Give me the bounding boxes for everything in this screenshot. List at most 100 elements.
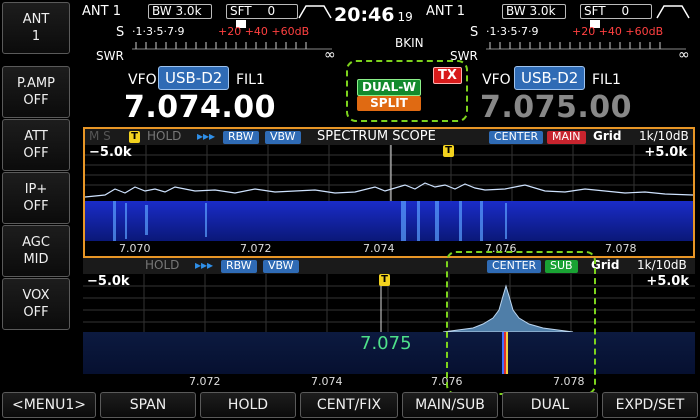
sub-scope-rbw[interactable]: RBW [221, 260, 257, 273]
dual-button[interactable]: DUAL [502, 392, 598, 418]
ant-value: 1 [31, 29, 41, 44]
main-scope-rbw[interactable]: RBW [223, 131, 259, 144]
sub-sft-value: 0 [621, 4, 630, 18]
sub-scope-tx-marker: T [379, 274, 390, 286]
main-scope-t-marker: T [129, 131, 140, 143]
main-tick-7070: 7.070 [119, 242, 151, 255]
main-scope-ms: M S [89, 129, 111, 143]
main-tick-7078: 7.078 [605, 242, 637, 255]
main-vfo-label: VFO [128, 72, 157, 88]
main-spectrum-scope[interactable]: M S T HOLD ▸▸▸ RBW VBW SPECTRUM SCOPE CE… [83, 127, 695, 258]
main-inf-label: ∞ [324, 47, 336, 63]
preamp-value: OFF [23, 93, 49, 108]
vox-value: OFF [23, 305, 49, 320]
sub-frequency[interactable]: 7.075.00 [480, 90, 632, 125]
ipplus-button[interactable]: IP+ OFF [2, 172, 70, 224]
main-scope-hold[interactable]: HOLD [147, 130, 181, 143]
main-scope-main[interactable]: MAIN [547, 131, 586, 144]
main-sft-value: 0 [267, 4, 276, 18]
preamp-label: P.AMP [17, 76, 55, 91]
bottom-function-bar: <MENU1> SPAN HOLD CENT/FIX MAIN/SUB DUAL… [0, 392, 700, 420]
hold-button[interactable]: HOLD [200, 392, 296, 418]
clock-time: 20:46 [334, 4, 395, 26]
agc-value: MID [23, 252, 49, 267]
main-filter-shape-icon [298, 5, 332, 19]
main-s-label: S [116, 25, 125, 40]
main-s-scale: ·1·3·5·7·9 [132, 25, 185, 38]
preamp-button[interactable]: P.AMP OFF [2, 66, 70, 118]
main-scope-left-edge: −5.0k [89, 145, 132, 160]
sub-meter-ticks [486, 42, 686, 50]
vox-label: VOX [22, 288, 50, 303]
main-meter-ticks [132, 42, 332, 50]
sub-bw-indicator[interactable]: BW 3.0k [502, 4, 566, 19]
main-sub-button[interactable]: MAIN/SUB [402, 392, 498, 418]
sub-spectrum-scope[interactable]: HOLD ▸▸▸ RBW VBW CENTER SUB Grid 1k/10dB [83, 258, 695, 392]
left-function-panel: ANT 1 P.AMP OFF ATT OFF IP+ OFF AGC MID … [0, 0, 72, 388]
main-filter-label: FIL1 [236, 72, 265, 88]
sub-s-meter: S ·1·3·5·7·9 +20 +40 +60dB SWR ∞ [450, 23, 690, 63]
main-swr-label: SWR [96, 49, 124, 63]
sub-s-scale: ·1·3·5·7·9 [486, 25, 539, 38]
main-scope-title: SPECTRUM SCOPE [317, 129, 436, 144]
tx-badge: TX [433, 67, 462, 84]
dual-watch-badge: DUAL-W [357, 79, 421, 96]
ipplus-value: OFF [23, 199, 49, 214]
sub-filter-label: FIL1 [592, 72, 621, 88]
ant-button[interactable]: ANT 1 [2, 2, 70, 54]
sub-inf-label: ∞ [678, 47, 690, 63]
main-plus-scale: +20 +40 +60dB [218, 25, 310, 38]
sub-filter-shape-icon [656, 5, 690, 19]
sub-sft-label: SFT [584, 4, 606, 18]
sub-scope-left-edge: −5.0k [87, 274, 130, 289]
sub-mode-button[interactable]: USB-D2 [514, 66, 586, 90]
main-scope-vbw[interactable]: VBW [265, 131, 301, 144]
sub-plus-scale: +20 +40 +60dB [572, 25, 664, 38]
att-value: OFF [23, 146, 49, 161]
cent-fix-button[interactable]: CENT/FIX [300, 392, 398, 418]
sub-scope-ref: 1k/10dB [637, 258, 687, 272]
main-sft-label: SFT [230, 4, 252, 18]
sub-vfo-label: VFO [482, 72, 511, 88]
sub-ant-indicator: ANT 1 [426, 4, 465, 19]
agc-button[interactable]: AGC MID [2, 225, 70, 277]
sub-sft-indicator[interactable]: SFT 0 [580, 4, 652, 28]
main-scope-ref: 1k/10dB [639, 129, 689, 143]
main-scope-grid[interactable]: Grid [593, 130, 621, 143]
clock: 20:46 19 [334, 4, 413, 26]
span-button[interactable]: SPAN [100, 392, 196, 418]
main-scope-status-bar: M S T HOLD ▸▸▸ RBW VBW SPECTRUM SCOPE CE… [85, 129, 693, 145]
main-frequency[interactable]: 7.074.00 [124, 90, 276, 125]
bkin-indicator: BKIN [395, 36, 424, 50]
sub-scope-status-bar: HOLD ▸▸▸ RBW VBW CENTER SUB Grid 1k/10dB [83, 258, 695, 274]
ipplus-label: IP+ [24, 182, 48, 197]
sub-scope-arrows: ▸▸▸ [195, 258, 214, 272]
vox-button[interactable]: VOX OFF [2, 278, 70, 330]
ant-label: ANT [22, 12, 50, 27]
main-s-meter: S ·1·3·5·7·9 +20 +40 +60dB SWR ∞ [96, 23, 336, 63]
sub-marker-frequency: 7.075 [360, 333, 412, 354]
att-button[interactable]: ATT OFF [2, 119, 70, 171]
sub-scope-hold[interactable]: HOLD [145, 259, 179, 272]
main-waterfall [85, 201, 693, 241]
menu1-button[interactable]: <MENU1> [2, 392, 96, 418]
agc-label: AGC [22, 235, 50, 250]
main-bw-indicator[interactable]: BW 3.0k [148, 4, 212, 19]
main-scope-right-edge: +5.0k [644, 145, 687, 160]
main-bw-text: BW 3.0k [152, 4, 202, 18]
split-badge: SPLIT [357, 96, 421, 111]
main-tick-7072: 7.072 [240, 242, 272, 255]
main-spectrum-display [85, 145, 693, 256]
clock-seconds: 19 [397, 10, 413, 24]
main-scope-arrows: ▸▸▸ [197, 129, 216, 143]
sub-scope-vbw[interactable]: VBW [263, 260, 299, 273]
sub-bw-text: BW 3.0k [506, 4, 556, 18]
main-mode-button[interactable]: USB-D2 [158, 66, 230, 90]
sub-tick-7072: 7.072 [189, 375, 221, 388]
main-scope-center[interactable]: CENTER [489, 131, 544, 144]
main-ant-indicator: ANT 1 [82, 4, 121, 19]
expd-set-button[interactable]: EXPD/SET [602, 392, 698, 418]
main-tick-7074: 7.074 [363, 242, 395, 255]
main-sft-indicator[interactable]: SFT 0 [226, 4, 298, 28]
sub-s-label: S [470, 25, 479, 40]
